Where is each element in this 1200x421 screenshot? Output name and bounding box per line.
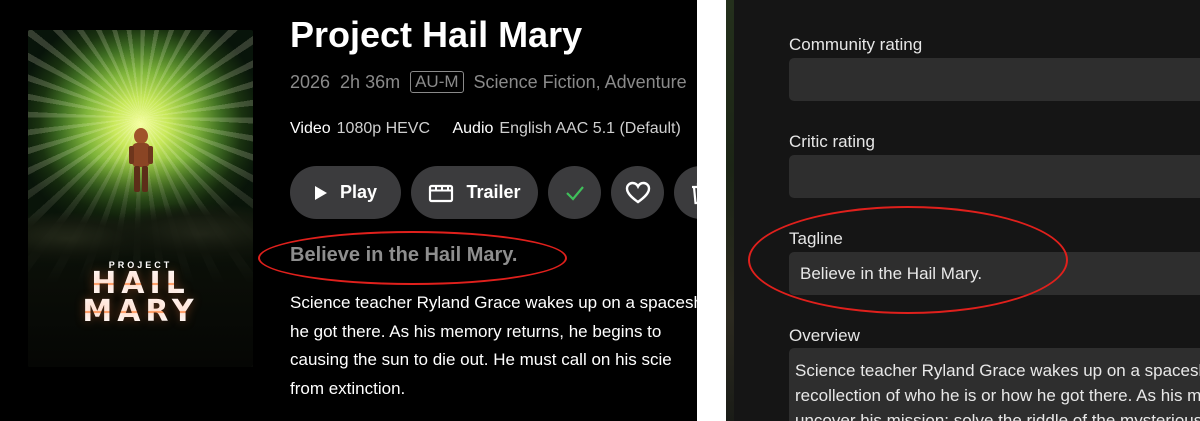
mark-watched-button[interactable] xyxy=(548,166,601,219)
overview-line: causing the sun to die out. He must call… xyxy=(290,350,672,369)
overview-line: from extinction. xyxy=(290,378,406,398)
video-value[interactable]: 1080p HEVC xyxy=(337,120,430,137)
overview-label: Overview xyxy=(789,326,860,345)
release-year: 2026 xyxy=(290,71,331,92)
astronaut-figure xyxy=(129,128,153,192)
favorite-button[interactable] xyxy=(611,166,664,219)
audio-label: Audio xyxy=(452,120,494,137)
overview-textarea-line: uncover his mission: solve the riddle of… xyxy=(795,411,1200,421)
film-clapper-icon xyxy=(429,184,454,202)
video-label: Video xyxy=(290,120,331,137)
poster-title-line2: MARY xyxy=(28,297,253,327)
poster-image[interactable]: PROJECT HAIL MARY xyxy=(28,30,253,367)
overview-line: Science teacher Ryland Grace wakes up on… xyxy=(290,293,697,312)
overview-textarea-line: Science teacher Ryland Grace wakes up on… xyxy=(795,361,1200,380)
delete-button[interactable] xyxy=(674,166,697,219)
metadata-editor-panel: Community rating Critic rating Tagline O… xyxy=(726,0,1200,421)
editor-form: Community rating Critic rating Tagline O… xyxy=(734,0,1200,421)
play-button-label: Play xyxy=(339,182,378,202)
heart-icon xyxy=(625,181,650,203)
backdrop-edge xyxy=(726,0,734,421)
play-icon xyxy=(314,185,327,200)
item-meta-row: 2026 2h 36m AU-M Science Fiction, Advent… xyxy=(290,71,687,93)
critic-rating-input[interactable] xyxy=(789,155,1200,198)
community-rating-input[interactable] xyxy=(789,58,1200,101)
trailer-button-label: Trailer xyxy=(466,182,521,202)
item-details-panel: PROJECT HAIL MARY Project Hail Mary 2026… xyxy=(0,0,697,421)
trailer-button[interactable]: Trailer xyxy=(411,166,538,219)
overview-textarea-line: recollection of who he is or how he got … xyxy=(795,386,1200,405)
tagline-text: Believe in the Hail Mary. xyxy=(290,244,518,266)
critic-rating-label: Critic rating xyxy=(789,132,875,151)
community-rating-label: Community rating xyxy=(789,35,923,54)
overview-line: he got there. As his memory returns, he … xyxy=(290,321,662,341)
audio-value[interactable]: English AAC 5.1 (Default) xyxy=(499,120,680,137)
overview-text: Science teacher Ryland Grace wakes up on… xyxy=(290,289,697,403)
genres[interactable]: Science Fiction, Adventure xyxy=(474,72,687,93)
item-title: Project Hail Mary xyxy=(290,14,583,55)
tagline-input[interactable] xyxy=(789,252,1200,295)
trash-icon xyxy=(691,182,697,204)
tagline-label: Tagline xyxy=(789,229,843,248)
poster-title-art: PROJECT HAIL MARY xyxy=(28,260,253,327)
content-rating-badge: AU-M xyxy=(410,71,464,93)
panel-separator xyxy=(697,0,726,421)
check-icon xyxy=(565,185,584,201)
play-button[interactable]: Play xyxy=(290,166,401,219)
media-streams-row: Video 1080p HEVC Audio English AAC 5.1 (De… xyxy=(290,120,697,138)
overview-textarea[interactable]: Science teacher Ryland Grace wakes up on… xyxy=(789,348,1200,421)
runtime: 2h 36m xyxy=(340,71,401,92)
